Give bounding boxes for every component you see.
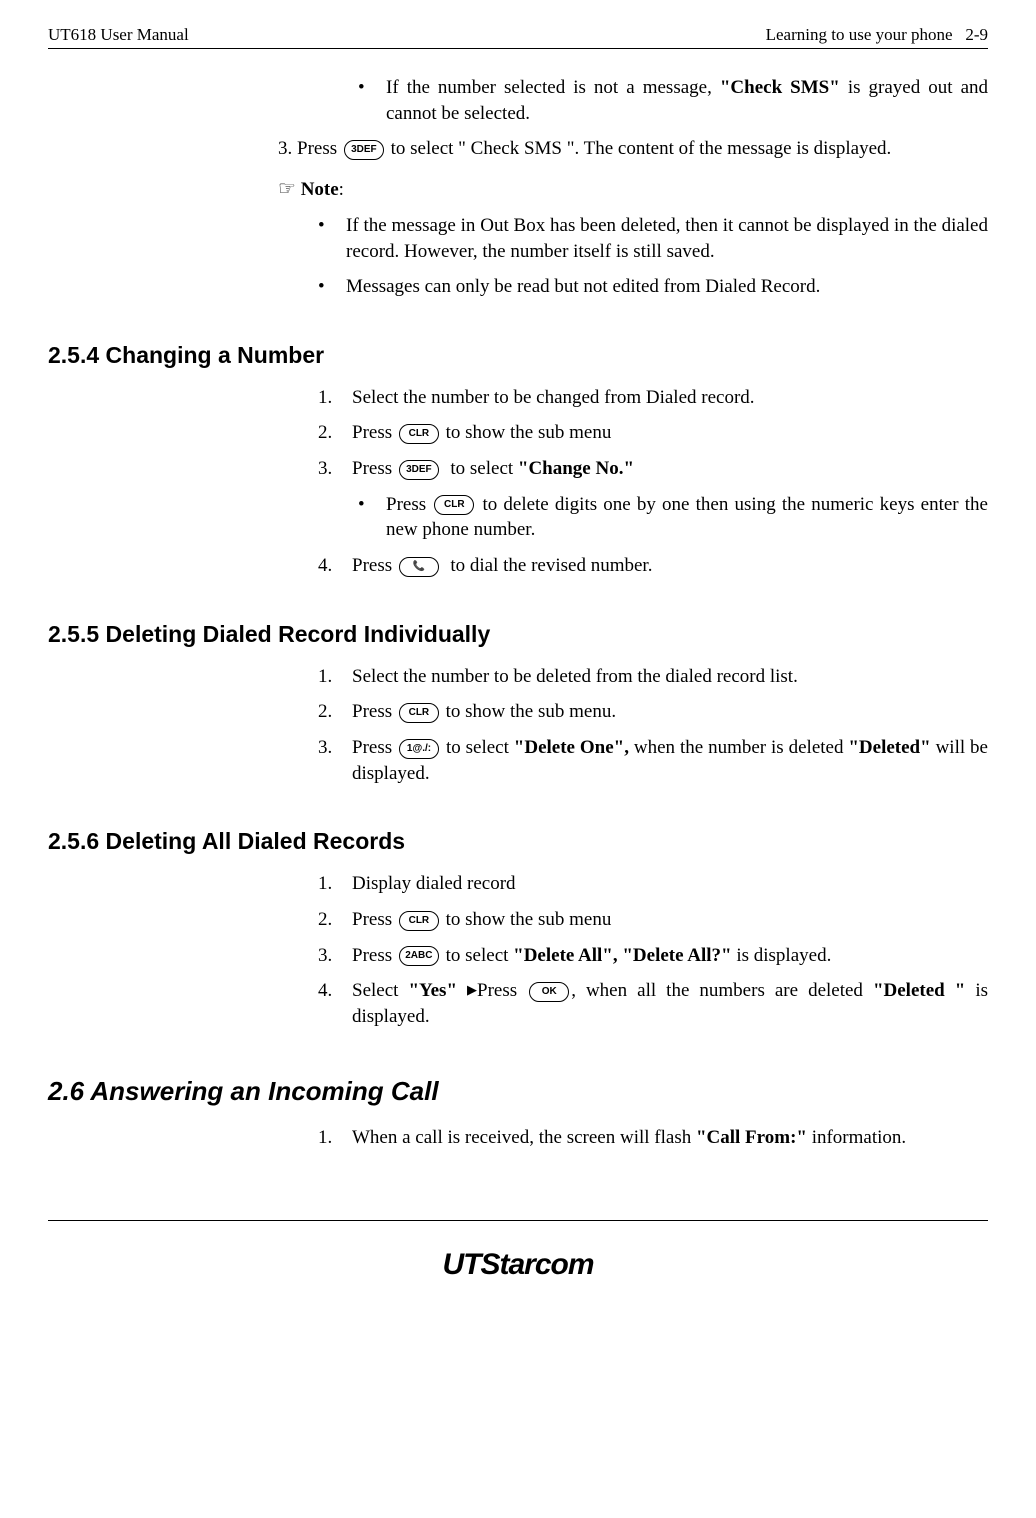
heading-2-5-5: 2.5.5 Deleting Dialed Record Individuall… bbox=[48, 619, 988, 650]
key-clr-icon: CLR bbox=[399, 703, 439, 723]
page: UT618 User Manual Learning to use your p… bbox=[0, 0, 1036, 1326]
key-clr-icon: CLR bbox=[399, 911, 439, 931]
sec254-sub-bullet: • Press CLR to delete digits one by one … bbox=[358, 492, 988, 543]
key-3def-icon: 3DEF bbox=[344, 140, 384, 160]
brand-logo: UTStarcom bbox=[48, 1245, 988, 1286]
pointing-hand-icon: ☞ bbox=[278, 178, 296, 200]
key-3def-icon: 3DEF bbox=[399, 460, 439, 480]
key-ok-icon: OK bbox=[529, 982, 569, 1002]
sec255-step3: 3. Press 1@./: to select "Delete One", w… bbox=[318, 735, 988, 786]
heading-2-5-4: 2.5.4 Changing a Number bbox=[48, 340, 988, 371]
sec255-step1: 1.Select the number to be deleted from t… bbox=[318, 664, 988, 690]
sec256-step3: 3. Press 2ABC to select "Delete All", "D… bbox=[318, 943, 988, 969]
bullet-check-sms: • If the number selected is not a messag… bbox=[358, 75, 988, 126]
footer-divider bbox=[48, 1220, 988, 1221]
sec26-step1: 1. When a call is received, the screen w… bbox=[318, 1125, 988, 1151]
sec255-step2: 2. Press CLR to show the sub menu. bbox=[318, 699, 988, 725]
note-label: ☞ Note: bbox=[278, 172, 988, 207]
note-bullet-2: • Messages can only be read but not edit… bbox=[318, 274, 988, 300]
sec256-step4: 4. Select "Yes" ▶Press OK, when all the … bbox=[318, 978, 988, 1029]
sec254-step4: 4. Press 📞 to dial the revised number. bbox=[318, 553, 988, 579]
sec256-step1: 1.Display dialed record bbox=[318, 871, 988, 897]
note-bullet-1: • If the message in Out Box has been del… bbox=[318, 213, 988, 264]
step-3-press-check-sms: 3. Press 3DEF to select " Check SMS ". T… bbox=[278, 136, 988, 162]
body-content: • If the number selected is not a messag… bbox=[48, 75, 988, 1150]
key-2abc-icon: 2ABC bbox=[399, 946, 439, 966]
key-clr-icon: CLR bbox=[434, 495, 474, 515]
heading-2-5-6: 2.5.6 Deleting All Dialed Records bbox=[48, 826, 988, 857]
header-left: UT618 User Manual bbox=[48, 24, 189, 47]
key-1-icon: 1@./: bbox=[399, 739, 439, 759]
key-call-icon: 📞 bbox=[399, 557, 439, 577]
page-header: UT618 User Manual Learning to use your p… bbox=[48, 24, 988, 49]
sec254-step1: 1.Select the number to be changed from D… bbox=[318, 385, 988, 411]
heading-2-6: 2.6 Answering an Incoming Call bbox=[48, 1074, 988, 1109]
triangle-right-icon: ▶ bbox=[467, 981, 477, 999]
key-clr-icon: CLR bbox=[399, 424, 439, 444]
sec254-step2: 2. Press CLR to show the sub menu bbox=[318, 420, 988, 446]
header-right: Learning to use your phone 2-9 bbox=[766, 24, 988, 47]
sec256-step2: 2. Press CLR to show the sub menu bbox=[318, 907, 988, 933]
sec254-step3: 3. Press 3DEF to select "Change No." bbox=[318, 456, 988, 482]
